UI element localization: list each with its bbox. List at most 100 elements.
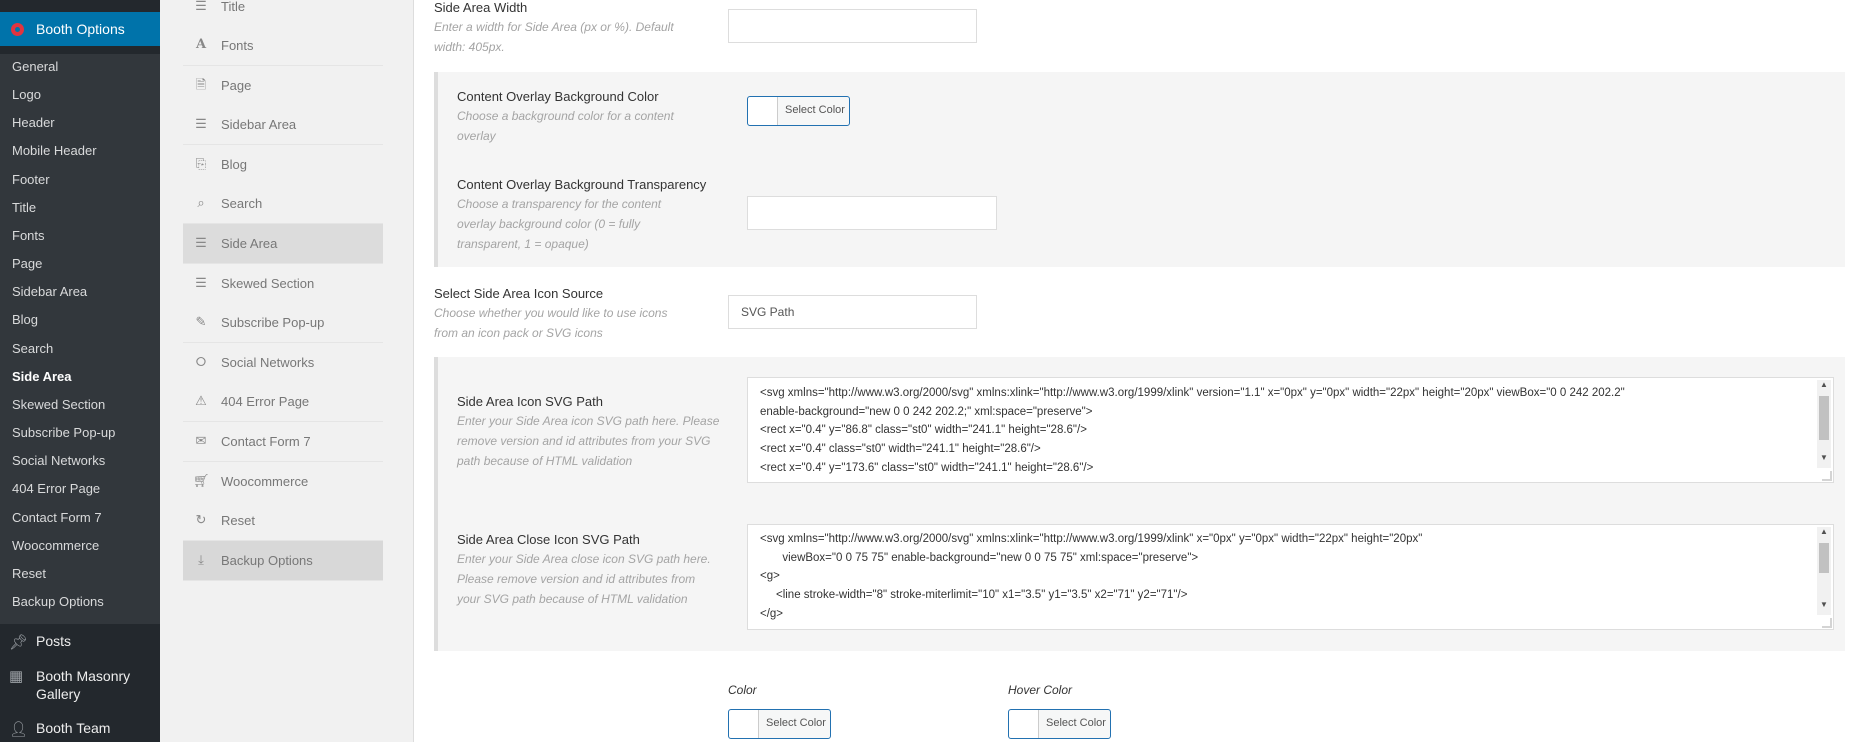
submenu-item[interactable]: Subscribe Pop-up — [12, 425, 115, 440]
close-svg-path-title: Side Area Close Icon SVG Path — [457, 532, 640, 547]
share-icon: ⭘ — [195, 354, 207, 369]
mail-icon: ✉ — [195, 433, 207, 448]
edit-icon: ✎ — [195, 314, 207, 329]
pin-icon: 📌︎ — [9, 634, 29, 651]
icon-select-color-button[interactable]: Select Color — [728, 709, 831, 739]
submenu-item[interactable]: Header — [12, 115, 55, 130]
resize-handle-icon[interactable] — [1822, 618, 1832, 628]
menu-booth-team-label: Booth Team — [36, 720, 111, 736]
search-icon: ⌕ — [197, 195, 205, 210]
submenu-item[interactable]: Sidebar Area — [12, 284, 87, 299]
submenu-item[interactable]: Footer — [12, 172, 50, 187]
icon-svg-path-desc: Enter your Side Area icon SVG path here.… — [457, 414, 720, 468]
overlay-transparency-input[interactable] — [747, 196, 997, 230]
resize-handle-icon[interactable] — [1822, 471, 1832, 481]
nav-item-404[interactable]: ⚠ 404 Error Page — [183, 382, 383, 422]
font-icon: A — [195, 37, 207, 52]
icon-hover-select-color-button[interactable]: Select Color — [1008, 709, 1111, 739]
scroll-up-icon[interactable]: ▲ — [1820, 381, 1828, 389]
nav-item-label: Side Area — [221, 236, 278, 251]
grid-icon: ▦ — [9, 668, 24, 685]
submenu-item[interactable]: Woocommerce — [12, 538, 99, 553]
select-color-label: Select Color — [766, 717, 826, 729]
scroll-down-icon[interactable]: ▼ — [1820, 454, 1828, 462]
icon-source-desc: Choose whether you would like to use ico… — [434, 306, 668, 340]
nav-item-woocommerce[interactable]: 🛒︎ Woocommerce — [183, 462, 383, 502]
nav-item-backup-options[interactable]: ⤓ Backup Options — [183, 541, 383, 581]
menu-booth-options-label: Booth Options — [36, 21, 125, 37]
select-color-label: Select Color — [785, 104, 845, 116]
menu-booth-team[interactable]: 👤︎ Booth Team — [0, 720, 160, 738]
nav-item-social-networks[interactable]: ⭘ Social Networks — [183, 343, 383, 383]
cart-icon: 🛒︎ — [193, 473, 210, 488]
submenu-item[interactable]: Fonts — [12, 228, 45, 243]
nav-item-label: Subscribe Pop-up — [221, 315, 325, 330]
submenu-item[interactable]: Contact Form 7 — [12, 510, 102, 525]
warning-icon: ⚠ — [195, 393, 207, 408]
submenu-item[interactable]: General — [12, 59, 58, 74]
submenu-item[interactable]: Page — [12, 256, 42, 271]
menu-booth-masonry-gallery[interactable]: ▦ Booth Masonry Gallery — [0, 667, 150, 703]
nav-item-label: Page — [221, 78, 252, 93]
textarea-scrollbar[interactable]: ▲ ▼ — [1817, 380, 1831, 468]
menu-booth-masonry-gallery-label: Booth Masonry Gallery — [36, 668, 131, 702]
submenu-item[interactable]: Title — [12, 200, 36, 215]
close-svg-path-desc: Enter your Side Area close icon SVG path… — [457, 552, 711, 606]
scroll-thumb[interactable] — [1819, 396, 1829, 440]
scroll-down-icon[interactable]: ▼ — [1820, 601, 1828, 609]
booth-logo-icon — [11, 23, 24, 36]
icon-source-select[interactable]: SVG Path — [728, 295, 977, 329]
nav-item-fonts[interactable]: A Fonts — [183, 26, 383, 66]
admin-sidebar: Booth Options General Logo Header Mobile… — [0, 0, 160, 742]
booth-options-submenu: General Logo Header Mobile Header Footer… — [0, 54, 160, 624]
nav-item-contact-form-7[interactable]: ✉ Contact Form 7 — [183, 422, 383, 462]
list-icon: ☰ — [195, 235, 207, 250]
nav-item-reset[interactable]: ↻ Reset — [183, 501, 383, 541]
close-svg-path-code: <svg xmlns="http://www.w3.org/2000/svg" … — [760, 533, 1423, 620]
nav-item-label: 404 Error Page — [221, 394, 310, 409]
nav-item-label: Skewed Section — [221, 276, 315, 291]
icon-svg-path-title: Side Area Icon SVG Path — [457, 394, 603, 409]
icon-svg-path-code: <svg xmlns="http://www.w3.org/2000/svg" … — [760, 387, 1625, 474]
options-content: Side Area Width Enter a width for Side A… — [414, 0, 1865, 742]
close-svg-path-textarea[interactable]: <svg xmlns="http://www.w3.org/2000/svg" … — [747, 524, 1834, 630]
submenu-item[interactable]: Search — [12, 341, 53, 356]
menu-booth-options[interactable]: Booth Options — [0, 12, 160, 46]
nav-item-blog[interactable]: ⎘ Blog — [183, 145, 383, 185]
scroll-up-icon[interactable]: ▲ — [1820, 528, 1828, 536]
submenu-item[interactable]: Skewed Section — [12, 397, 105, 412]
page-icon: 🗎︎ — [195, 77, 207, 92]
nav-item-subscribe-popup[interactable]: ✎ Subscribe Pop-up — [183, 303, 383, 343]
submenu-item[interactable]: Logo — [12, 87, 41, 102]
download-icon: ⤓ — [198, 552, 204, 567]
overlay-transparency-title: Content Overlay Background Transparency — [457, 177, 707, 192]
nav-item-label: Sidebar Area — [221, 117, 297, 132]
menu-posts[interactable]: 📌︎ Posts — [0, 633, 160, 651]
nav-item-title[interactable]: ☰ Title — [183, 0, 383, 27]
submenu-item[interactable]: Mobile Header — [12, 143, 97, 158]
submenu-item-current[interactable]: Side Area — [12, 369, 72, 384]
submenu-item[interactable]: Social Networks — [12, 453, 105, 468]
refresh-icon: ↻ — [195, 512, 207, 527]
icon-svg-path-textarea[interactable]: <svg xmlns="http://www.w3.org/2000/svg" … — [747, 377, 1834, 483]
nav-item-label: Title — [221, 0, 246, 14]
hover-color-label: Hover Color — [1008, 683, 1073, 697]
submenu-item[interactable]: Backup Options — [12, 594, 104, 609]
copy-icon: ⎘ — [195, 156, 207, 171]
nav-item-skewed-section[interactable]: ☰ Skewed Section — [183, 264, 383, 304]
submenu-item[interactable]: 404 Error Page — [12, 481, 100, 496]
textarea-scrollbar[interactable]: ▲ ▼ — [1817, 527, 1831, 615]
select-color-label: Select Color — [1046, 717, 1106, 729]
nav-item-side-area[interactable]: ☰ Side Area — [183, 224, 383, 264]
nav-item-search[interactable]: ⌕ Search — [183, 184, 383, 224]
nav-item-label: Backup Options — [221, 553, 313, 568]
nav-item-page[interactable]: 🗎︎ Page — [183, 66, 383, 106]
submenu-item[interactable]: Blog — [12, 312, 38, 327]
scroll-thumb[interactable] — [1819, 543, 1829, 573]
overlay-select-color-button[interactable]: Select Color — [747, 96, 850, 126]
nav-item-sidebar-area[interactable]: ☰ Sidebar Area — [183, 105, 383, 145]
menu-posts-label: Posts — [36, 633, 72, 649]
nav-item-label: Woocommerce — [221, 474, 309, 489]
submenu-item[interactable]: Reset — [12, 566, 46, 581]
side-area-width-input[interactable] — [728, 9, 977, 43]
